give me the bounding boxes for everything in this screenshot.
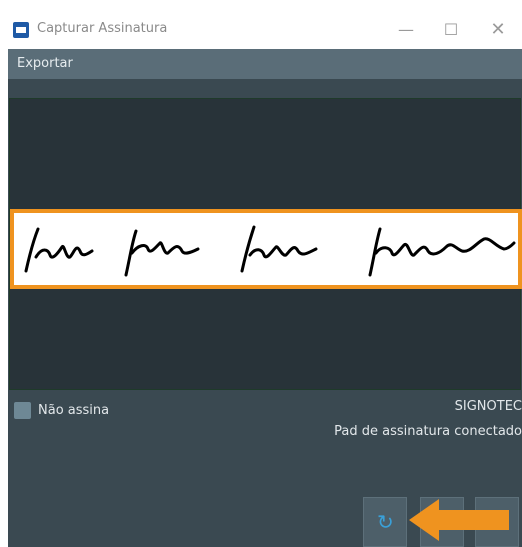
menu-item-exportar[interactable]: Exportar — [17, 56, 73, 71]
nao-assina-label: Não assina — [38, 403, 110, 418]
nao-assina-checkbox[interactable] — [14, 402, 31, 419]
signature-highlight-frame — [10, 209, 522, 289]
close-button[interactable]: ✕ — [475, 12, 521, 48]
signature-strokes — [24, 225, 516, 277]
refresh-icon: ↻ — [377, 510, 394, 534]
window-app-icon — [13, 22, 29, 38]
menu-bar: Exportar — [8, 49, 522, 79]
maximize-button[interactable]: ☐ — [428, 12, 474, 48]
title-bar: Capturar Assinatura — ☐ ✕ — [0, 0, 522, 49]
pointer-arrow-icon — [409, 499, 509, 541]
device-brand: SIGNOTEC — [454, 399, 522, 414]
device-status: Pad de assinatura conectado — [334, 424, 522, 439]
window-title: Capturar Assinatura — [37, 21, 168, 36]
refresh-button[interactable]: ↻ — [363, 497, 407, 547]
app-body: Não assina SIGNOTEC Pad de assinatura co… — [8, 79, 522, 547]
minimize-button[interactable]: — — [383, 12, 429, 48]
